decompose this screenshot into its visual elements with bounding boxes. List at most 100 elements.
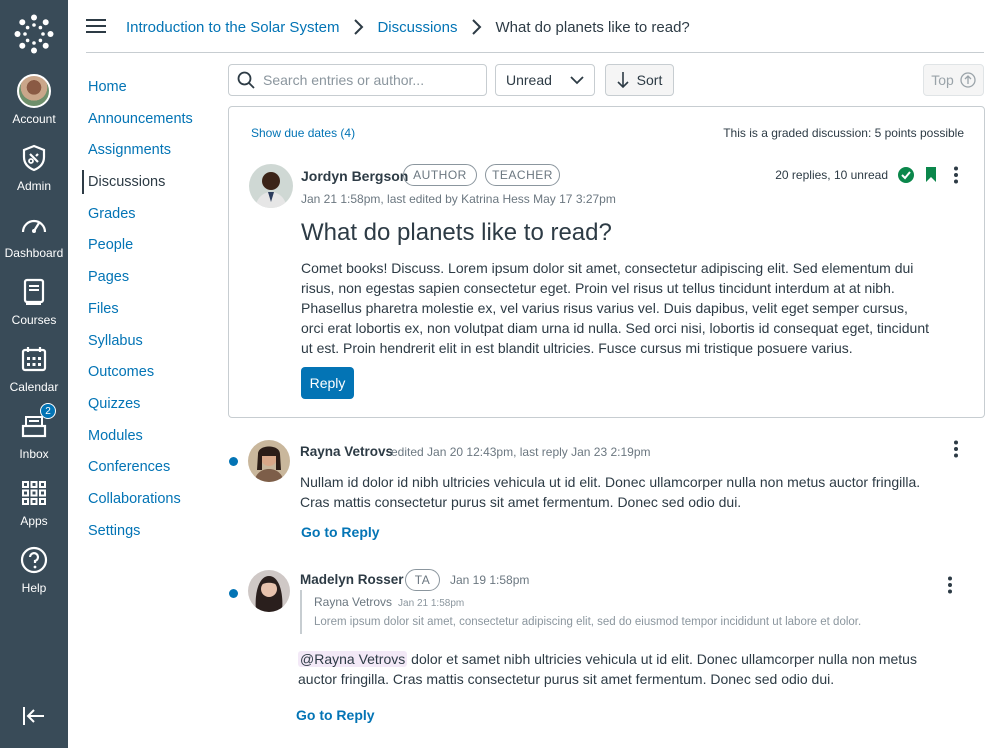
breadcrumb-course-link[interactable]: Introduction to the Solar System (126, 19, 339, 36)
header-divider (86, 52, 984, 53)
unread-indicator (229, 457, 238, 466)
course-nav-conferences[interactable]: Conferences (88, 458, 193, 490)
breadcrumb-discussions-link[interactable]: Discussions (377, 19, 457, 36)
nav-help[interactable]: Help (0, 543, 68, 605)
show-due-dates-link[interactable]: Show due dates (4) (251, 126, 355, 140)
breadcrumb-current: What do planets like to read? (495, 18, 690, 36)
quote-author: Rayna Vetrovs (314, 595, 393, 609)
search-box (228, 64, 487, 96)
course-nav-pages[interactable]: Pages (88, 268, 193, 300)
nav-calendar-label: Calendar (9, 380, 59, 394)
unread-indicator (229, 589, 238, 598)
entry-author-name[interactable]: Rayna Vetrovs (300, 444, 393, 459)
course-nav-announcements[interactable]: Announcements (88, 110, 193, 142)
canvas-logo-icon[interactable] (14, 14, 54, 54)
course-nav: Home Announcements Assignments Discussio… (88, 78, 193, 553)
filter-select[interactable]: Unread (495, 64, 595, 96)
top-button-label: Top (931, 72, 954, 88)
course-nav-grades[interactable]: Grades (88, 205, 193, 237)
chevron-down-icon (570, 76, 584, 85)
quote-header: Rayna Vetrovs Jan 21 1:58pm (314, 595, 862, 609)
topic-title: What do planets like to read? (301, 219, 612, 246)
course-nav-quizzes[interactable]: Quizzes (88, 395, 193, 427)
global-nav: Account Admin Dashboard Courses Calendar… (0, 0, 68, 748)
filter-select-value: Unread (506, 72, 552, 88)
nav-courses-label: Courses (11, 313, 57, 327)
calendar-icon (17, 342, 51, 376)
nav-help-label: Help (21, 581, 47, 595)
reply-button[interactable]: Reply (301, 367, 354, 399)
search-input[interactable] (263, 72, 473, 88)
entry-meta: edited Jan 20 12:43pm, last reply Jan 23… (391, 445, 651, 459)
more-options-icon[interactable] (953, 440, 959, 458)
more-options-icon[interactable] (947, 576, 953, 594)
breadcrumb: Introduction to the Solar System Discuss… (126, 17, 690, 37)
account-avatar (17, 74, 51, 108)
chevron-right-icon (354, 19, 364, 35)
arrow-down-icon (617, 72, 629, 89)
nav-apps-label: Apps (20, 514, 48, 528)
course-nav-assignments[interactable]: Assignments (88, 141, 193, 173)
check-circle-icon (898, 167, 914, 183)
go-to-reply-link[interactable]: Go to Reply (296, 707, 375, 723)
arrow-up-circle-icon (960, 72, 976, 88)
bookmark-icon[interactable] (925, 166, 937, 183)
nav-calendar[interactable]: Calendar (0, 342, 68, 404)
quote-date: Jan 21 1:58pm (398, 598, 465, 609)
inbox-badge: 2 (40, 403, 56, 419)
course-nav-files[interactable]: Files (88, 300, 193, 332)
author-role-pill: AUTHOR (403, 164, 477, 186)
hamburger-menu-icon[interactable] (86, 18, 106, 34)
help-icon (17, 543, 51, 577)
dashboard-icon (17, 208, 51, 242)
entry-body-container: @Rayna Vetrovs dolor et samet nibh ultri… (298, 649, 933, 689)
entry-body: Nullam id dolor id nibh ultricies vehicu… (300, 474, 921, 510)
sort-button-label: Sort (636, 72, 663, 88)
mention-link[interactable]: @Rayna Vetrovs (298, 651, 408, 667)
nav-admin[interactable]: Admin (0, 141, 68, 203)
topic-meta: Jan 21 1:58pm, last edited by Katrina He… (301, 192, 616, 206)
entry-meta: Jan 19 1:58pm (450, 573, 530, 587)
entry-avatar[interactable] (248, 440, 290, 482)
topic-author-name[interactable]: Jordyn Bergson (301, 168, 408, 184)
graded-discussion-note: This is a graded discussion: 5 points po… (723, 126, 964, 140)
teacher-role-pill: TEACHER (485, 164, 560, 186)
go-to-reply-link[interactable]: Go to Reply (301, 524, 380, 540)
nav-dashboard[interactable]: Dashboard (0, 208, 68, 270)
top-button[interactable]: Top (923, 64, 984, 96)
nav-inbox-label: Inbox (19, 447, 49, 461)
nav-inbox[interactable]: 2 Inbox (0, 403, 68, 471)
search-icon (237, 71, 255, 89)
courses-icon (17, 275, 51, 309)
ta-role-pill: TA (405, 569, 440, 591)
nav-courses[interactable]: Courses (0, 275, 68, 337)
more-options-icon[interactable] (953, 166, 959, 184)
course-nav-syllabus[interactable]: Syllabus (88, 332, 193, 364)
inbox-icon: 2 (17, 403, 56, 443)
course-nav-collaborations[interactable]: Collaborations (88, 490, 193, 522)
reply-count: 20 replies, 10 unread (775, 168, 888, 182)
author-avatar[interactable] (249, 164, 293, 208)
apps-icon (17, 476, 51, 510)
shield-icon (17, 141, 51, 175)
nav-account[interactable]: Account (0, 74, 68, 136)
nav-account-label: Account (12, 112, 56, 126)
course-nav-discussions[interactable]: Discussions (88, 173, 193, 205)
course-nav-active-indicator (82, 170, 84, 194)
entry-author-name[interactable]: Madelyn Rosser (300, 572, 404, 587)
sort-button[interactable]: Sort (605, 64, 674, 96)
course-nav-settings[interactable]: Settings (88, 522, 193, 554)
course-nav-home[interactable]: Home (88, 78, 193, 110)
quoted-reply: Rayna Vetrovs Jan 21 1:58pm Lorem ipsum d… (300, 590, 862, 634)
course-nav-people[interactable]: People (88, 236, 193, 268)
chevron-right-icon (472, 19, 482, 35)
entry-avatar[interactable] (248, 570, 290, 612)
topic-body: Comet books! Discuss. Lorem ipsum dolor … (301, 260, 930, 356)
course-nav-outcomes[interactable]: Outcomes (88, 363, 193, 395)
discussion-topic-card: Show due dates (4) This is a graded disc… (228, 106, 985, 418)
nav-admin-label: Admin (16, 179, 51, 193)
nav-apps[interactable]: Apps (0, 476, 68, 538)
collapse-nav-icon[interactable] (22, 706, 46, 726)
nav-dashboard-label: Dashboard (4, 246, 64, 260)
course-nav-modules[interactable]: Modules (88, 427, 193, 459)
